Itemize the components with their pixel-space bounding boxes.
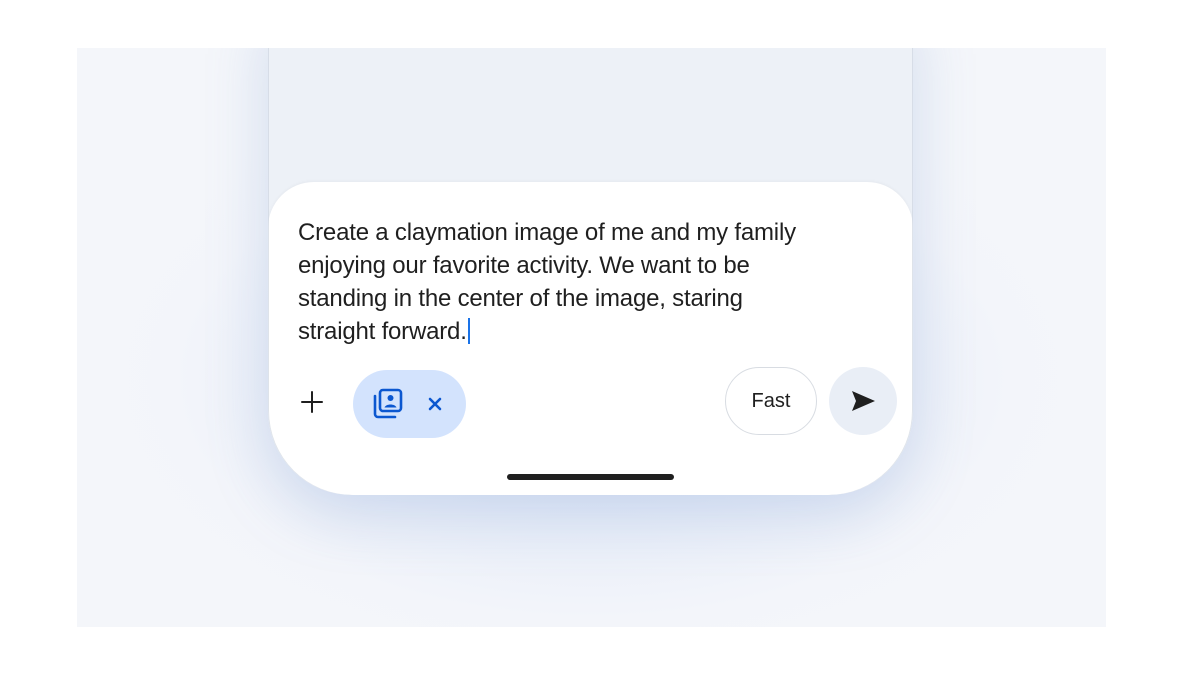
add-button[interactable] (294, 384, 330, 420)
close-icon[interactable] (421, 390, 449, 418)
home-indicator[interactable] (507, 474, 674, 480)
photo-gallery-icon (373, 388, 403, 419)
phone-screen: Create a claymation image of me and my f… (268, 48, 913, 495)
send-icon (852, 391, 875, 411)
prompt-input[interactable]: Create a claymation image of me and my f… (298, 216, 858, 348)
prompt-line: Create a claymation image of me and my f… (298, 219, 796, 246)
background-stage: Create a claymation image of me and my f… (77, 48, 1106, 627)
prompt-line-last: straight forward. (298, 315, 858, 348)
prompt-line: straight forward. (298, 318, 467, 345)
prompt-line: standing in the center of the image, sta… (298, 285, 743, 312)
prompt-line: enjoying our favorite activity. We want … (298, 252, 750, 279)
text-caret (467, 318, 470, 344)
send-button[interactable] (829, 367, 897, 435)
mode-label: Fast (751, 389, 791, 412)
attachment-chip[interactable] (353, 370, 466, 438)
mode-selector-button[interactable]: Fast (725, 367, 817, 435)
prompt-composer: Create a claymation image of me and my f… (268, 182, 913, 495)
